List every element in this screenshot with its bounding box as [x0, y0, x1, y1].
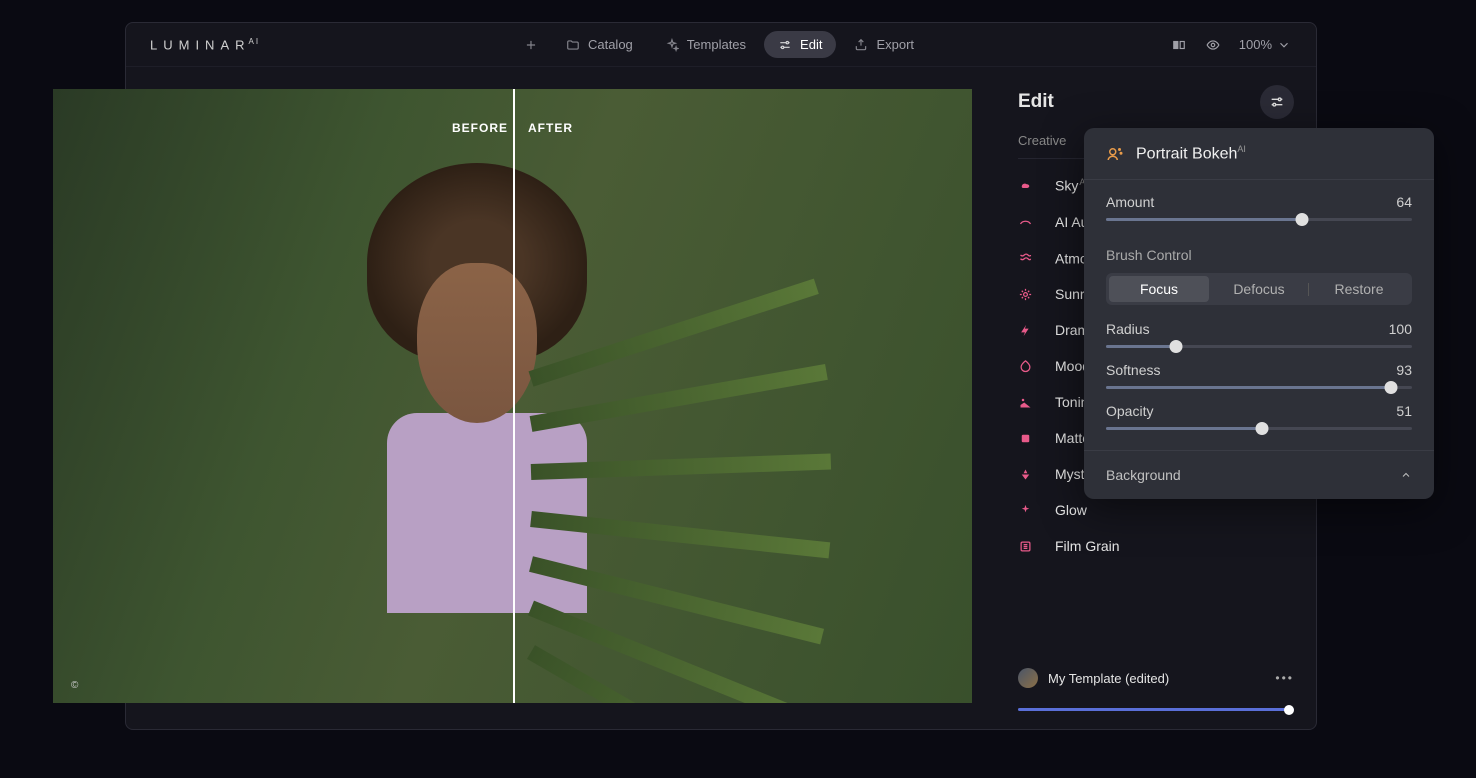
sliders-icon [778, 38, 792, 52]
sparkle-icon [665, 38, 679, 52]
foliage [421, 335, 972, 703]
templates-tab[interactable]: Templates [651, 31, 760, 58]
panel-title: Edit [1018, 91, 1054, 113]
amount-slider-row: Amount 64 [1106, 194, 1412, 221]
softness-label: Softness [1106, 362, 1160, 378]
edit-tab[interactable]: Edit [764, 31, 836, 58]
effect-icon [1018, 467, 1033, 482]
before-label: BEFORE [452, 121, 508, 135]
opacity-slider[interactable] [1106, 427, 1412, 430]
folder-icon [566, 38, 580, 52]
effect-icon [1018, 503, 1033, 518]
template-intensity-slider[interactable] [1018, 708, 1294, 711]
before-after-labels: BEFORE AFTER [452, 121, 573, 135]
panel-settings-button[interactable] [1260, 85, 1294, 119]
popup-header: Portrait BokehAI [1084, 128, 1434, 180]
zoom-dropdown[interactable]: 100% [1239, 37, 1292, 52]
copyright-label: © [71, 680, 78, 691]
catalog-tab[interactable]: Catalog [552, 31, 647, 58]
edit-label: Edit [800, 37, 822, 52]
top-nav: Catalog Templates Edit Export [514, 31, 928, 58]
effect-icon [1018, 214, 1033, 229]
defocus-tab[interactable]: Defocus [1209, 276, 1309, 302]
radius-value: 100 [1389, 321, 1412, 337]
export-label: Export [876, 37, 914, 52]
top-right-controls: 100% [1171, 37, 1292, 52]
amount-slider[interactable] [1106, 218, 1412, 221]
app-logo: LUMINARAI [150, 37, 260, 52]
effect-icon [1018, 287, 1033, 302]
effect-icon [1018, 431, 1033, 446]
softness-slider[interactable] [1106, 386, 1412, 389]
amount-value: 64 [1396, 194, 1412, 210]
catalog-label: Catalog [588, 37, 633, 52]
restore-tab[interactable]: Restore [1309, 276, 1409, 302]
effect-icon [1018, 539, 1033, 554]
opacity-label: Opacity [1106, 403, 1153, 419]
portrait-bokeh-icon [1106, 145, 1124, 163]
zoom-value: 100% [1239, 37, 1272, 52]
after-label: AFTER [528, 121, 573, 135]
background-label: Background [1106, 467, 1181, 483]
template-name: My Template (edited) [1048, 671, 1169, 686]
portrait-bokeh-popup: Portrait BokehAI Amount 64 Brush Control… [1084, 128, 1434, 499]
add-button[interactable] [514, 32, 548, 58]
export-icon [854, 38, 868, 52]
template-row: My Template (edited) ••• [1018, 656, 1294, 711]
export-tab[interactable]: Export [840, 31, 928, 58]
template-more-button[interactable]: ••• [1275, 671, 1294, 685]
effect-icon [1018, 250, 1033, 265]
template-thumbnail[interactable] [1018, 668, 1038, 688]
chevron-up-icon [1400, 469, 1412, 481]
effect-label: Film Grain [1055, 538, 1120, 554]
effect-icon [1018, 395, 1033, 410]
radius-slider[interactable] [1106, 345, 1412, 348]
plus-icon [524, 38, 538, 52]
image-preview[interactable]: BEFORE AFTER © [53, 89, 972, 703]
softness-value: 93 [1396, 362, 1412, 378]
effect-icon [1018, 323, 1033, 338]
before-after-divider[interactable] [513, 89, 515, 703]
radius-label: Radius [1106, 321, 1150, 337]
eye-icon[interactable] [1205, 38, 1221, 52]
effect-item-film-grain[interactable]: Film Grain [1018, 528, 1294, 564]
opacity-value: 51 [1396, 403, 1412, 419]
chevron-down-icon [1276, 38, 1292, 52]
topbar: LUMINARAI Catalog Templates Edit Export [126, 23, 1316, 67]
brush-control-label: Brush Control [1084, 241, 1434, 273]
focus-tab[interactable]: Focus [1109, 276, 1209, 302]
background-section[interactable]: Background [1084, 450, 1434, 499]
effect-label: SkyAI [1055, 177, 1088, 194]
popup-title: Portrait BokehAI [1136, 144, 1246, 163]
effect-icon [1018, 178, 1033, 193]
sliders-icon [1269, 94, 1285, 110]
brush-mode-segment: Focus Defocus Restore [1106, 273, 1412, 305]
effect-label: Glow [1055, 502, 1087, 518]
compare-icon[interactable] [1171, 38, 1187, 52]
effect-icon [1018, 359, 1033, 374]
amount-label: Amount [1106, 194, 1154, 210]
templates-label: Templates [687, 37, 746, 52]
